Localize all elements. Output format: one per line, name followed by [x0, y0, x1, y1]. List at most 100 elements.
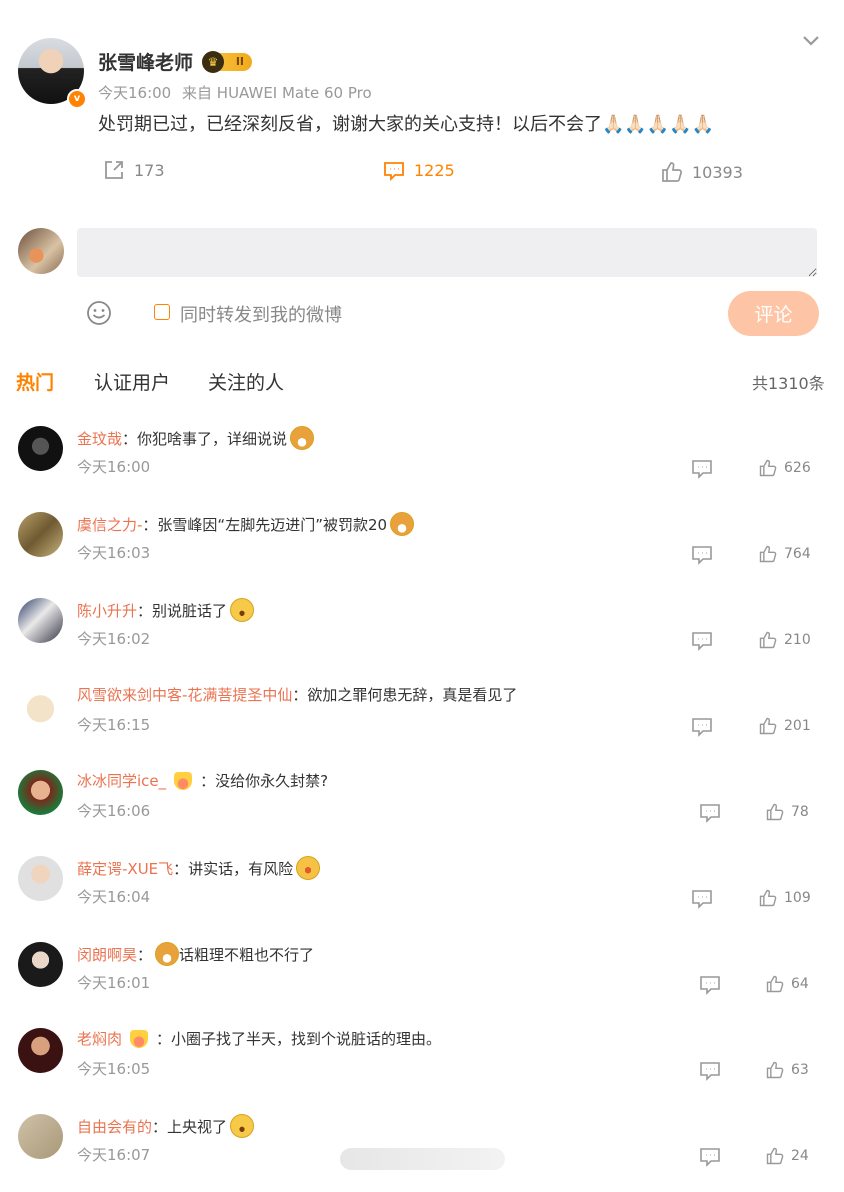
- commenter-avatar[interactable]: [18, 770, 63, 815]
- commenter-name[interactable]: 虞信之力-: [77, 514, 142, 535]
- comment-like-count: 764: [784, 546, 811, 562]
- reply-icon[interactable]: [691, 716, 713, 738]
- comment-text: ：欲加之罪何患无辞，真是看见了: [292, 686, 518, 704]
- chevron-down-icon[interactable]: [800, 30, 822, 52]
- comment-text: ：张雪峰因“左脚先迈进门”被罚款20: [142, 515, 388, 534]
- commenter-name[interactable]: 陈小升升: [77, 600, 137, 621]
- comment-item: 金玟哉 ：你犯啥事了，详细说说 今天16:00 626: [0, 418, 844, 504]
- tab-hot[interactable]: 热门: [16, 368, 54, 395]
- reply-icon[interactable]: [691, 458, 713, 480]
- commenter-name[interactable]: 冰冰同学ice_: [77, 770, 166, 791]
- cry-emoji-icon: [230, 598, 255, 622]
- comment-like-button[interactable]: 764: [758, 544, 811, 564]
- comment-item: 老焖肉 ：小圈子找了半天，找到个说脏话的理由。 今天16:05 63: [0, 1020, 844, 1106]
- reply-icon[interactable]: [699, 1146, 721, 1168]
- comment-line: 风雪欲来剑中客-花满菩提圣中仙 ：欲加之罪何患无辞，真是看见了: [77, 684, 517, 705]
- comment-text: ：你犯啥事了，详细说说: [122, 429, 288, 448]
- comment-line: 闵朗啊昊： 话粗理不粗也不行了: [77, 942, 314, 966]
- commenter-name[interactable]: 风雪欲来剑中客-花满菩提圣中仙: [77, 684, 292, 705]
- post-source: 来自 HUAWEI Mate 60 Pro: [182, 84, 372, 102]
- comment-time: 今天16:01: [77, 974, 151, 992]
- comment-like-count: 63: [791, 1062, 809, 1078]
- comment-count: 1225: [414, 160, 455, 180]
- comment-like-button[interactable]: 64: [765, 974, 809, 994]
- repost-button[interactable]: 173: [102, 158, 165, 182]
- emoji-icon[interactable]: [86, 300, 112, 326]
- thumbs-up-icon: [759, 717, 777, 735]
- comment-like-button[interactable]: 626: [758, 458, 811, 478]
- verified-badge: v: [67, 89, 87, 109]
- commenter-avatar[interactable]: [18, 598, 63, 643]
- comment-text: ：没给你永久封禁?: [200, 772, 329, 790]
- author-name[interactable]: 张雪峰老师: [98, 48, 193, 75]
- cry-emoji-icon: [230, 1114, 255, 1138]
- vip-badge[interactable]: ♛ II: [202, 51, 252, 73]
- comment-time: 今天16:15: [77, 716, 151, 734]
- thumbs-up-icon: [766, 803, 784, 821]
- reply-icon[interactable]: [691, 544, 713, 566]
- comment-like-button[interactable]: 109: [758, 888, 811, 908]
- thumbs-up-icon: [766, 975, 784, 993]
- comment-like-button[interactable]: 210: [758, 630, 811, 650]
- member-crown-icon: [174, 771, 193, 790]
- repost-label[interactable]: 同时转发到我的微博: [180, 301, 342, 327]
- thumbs-up-icon: [759, 459, 777, 477]
- comment-text: ：小圈子找了半天，找到个说脏话的理由。: [156, 1030, 442, 1048]
- comment-like-button[interactable]: 24: [765, 1146, 809, 1166]
- commenter-name[interactable]: 薛定谔-XUE飞: [77, 858, 173, 879]
- dog-emoji-icon: [155, 942, 180, 966]
- commenter-name[interactable]: 自由会有的: [77, 1116, 152, 1137]
- submit-comment-button[interactable]: 评论: [728, 291, 819, 336]
- reply-icon[interactable]: [699, 974, 721, 996]
- comment-time: 今天16:02: [77, 630, 151, 648]
- comment-line: 老焖肉 ：小圈子找了半天，找到个说脏话的理由。: [77, 1028, 441, 1049]
- commenter-avatar[interactable]: [18, 684, 63, 729]
- crown-icon: ♛: [202, 51, 224, 73]
- comment-like-count: 201: [784, 718, 811, 734]
- comment-item: 薛定谔-XUE飞 ：讲实话，有风险 今天16:04 109: [0, 848, 844, 934]
- member-crown-icon: [130, 1029, 149, 1048]
- commenter-name[interactable]: 老焖肉: [77, 1028, 122, 1049]
- my-avatar: [18, 228, 64, 274]
- commenter-avatar[interactable]: [18, 1114, 63, 1159]
- thumbs-up-icon: [759, 889, 777, 907]
- post-text: 处罚期已过，已经深刻反省，谢谢大家的关心支持！以后不会了🙏🏻🙏🏻🙏🏻🙏🏻🙏🏻: [98, 114, 715, 135]
- tab-following[interactable]: 关注的人: [208, 368, 284, 395]
- watermark: [340, 1148, 505, 1170]
- comment-item: 虞信之力- ：张雪峰因“左脚先迈进门”被罚款20 今天16:03 764: [0, 504, 844, 590]
- comment-item: 风雪欲来剑中客-花满菩提圣中仙 ：欲加之罪何患无辞，真是看见了 今天16:15 201: [0, 676, 844, 762]
- comment-like-button[interactable]: 201: [758, 716, 811, 736]
- comment-like-button[interactable]: 78: [765, 802, 809, 822]
- comment-time: 今天16:03: [77, 544, 151, 562]
- reply-icon[interactable]: [699, 802, 721, 824]
- post-meta: 今天16:00 来自 HUAWEI Mate 60 Pro: [98, 82, 372, 103]
- commenter-avatar[interactable]: [18, 942, 63, 987]
- commenter-avatar[interactable]: [18, 426, 63, 471]
- reply-icon[interactable]: [691, 630, 713, 652]
- comment-button[interactable]: 1225: [382, 158, 455, 182]
- tab-verified-users[interactable]: 认证用户: [94, 368, 170, 395]
- commenter-avatar[interactable]: [18, 512, 63, 557]
- comment-line: 虞信之力- ：张雪峰因“左脚先迈进门”被罚款20: [77, 512, 415, 536]
- comment-like-button[interactable]: 63: [765, 1060, 809, 1080]
- commenter-name[interactable]: 金玟哉: [77, 428, 122, 449]
- thumbs-up-icon: [766, 1147, 784, 1165]
- comment-text: ：别说脏话了: [137, 601, 228, 620]
- reply-icon[interactable]: [691, 888, 713, 910]
- comment-item: 冰冰同学ice_ ：没给你永久封禁? 今天16:06 78: [0, 762, 844, 848]
- comment-like-count: 626: [784, 460, 811, 476]
- thumbs-up-icon: [766, 1061, 784, 1079]
- comment-line: 金玟哉 ：你犯啥事了，详细说说: [77, 426, 315, 450]
- reply-icon[interactable]: [699, 1060, 721, 1082]
- commenter-avatar[interactable]: [18, 1028, 63, 1073]
- comment-text: ：讲实话，有风险: [173, 859, 294, 878]
- commenter-avatar[interactable]: [18, 856, 63, 901]
- repost-checkbox[interactable]: [154, 304, 170, 320]
- comment-input[interactable]: [77, 228, 817, 277]
- commenter-name[interactable]: 闵朗啊昊: [77, 944, 137, 965]
- fire-emoji-icon: [296, 856, 321, 880]
- like-button[interactable]: 10393: [660, 160, 743, 184]
- comment-time: 今天16:05: [77, 1060, 151, 1078]
- dog-emoji-icon: [390, 512, 415, 536]
- comment-time: 今天16:06: [77, 802, 151, 820]
